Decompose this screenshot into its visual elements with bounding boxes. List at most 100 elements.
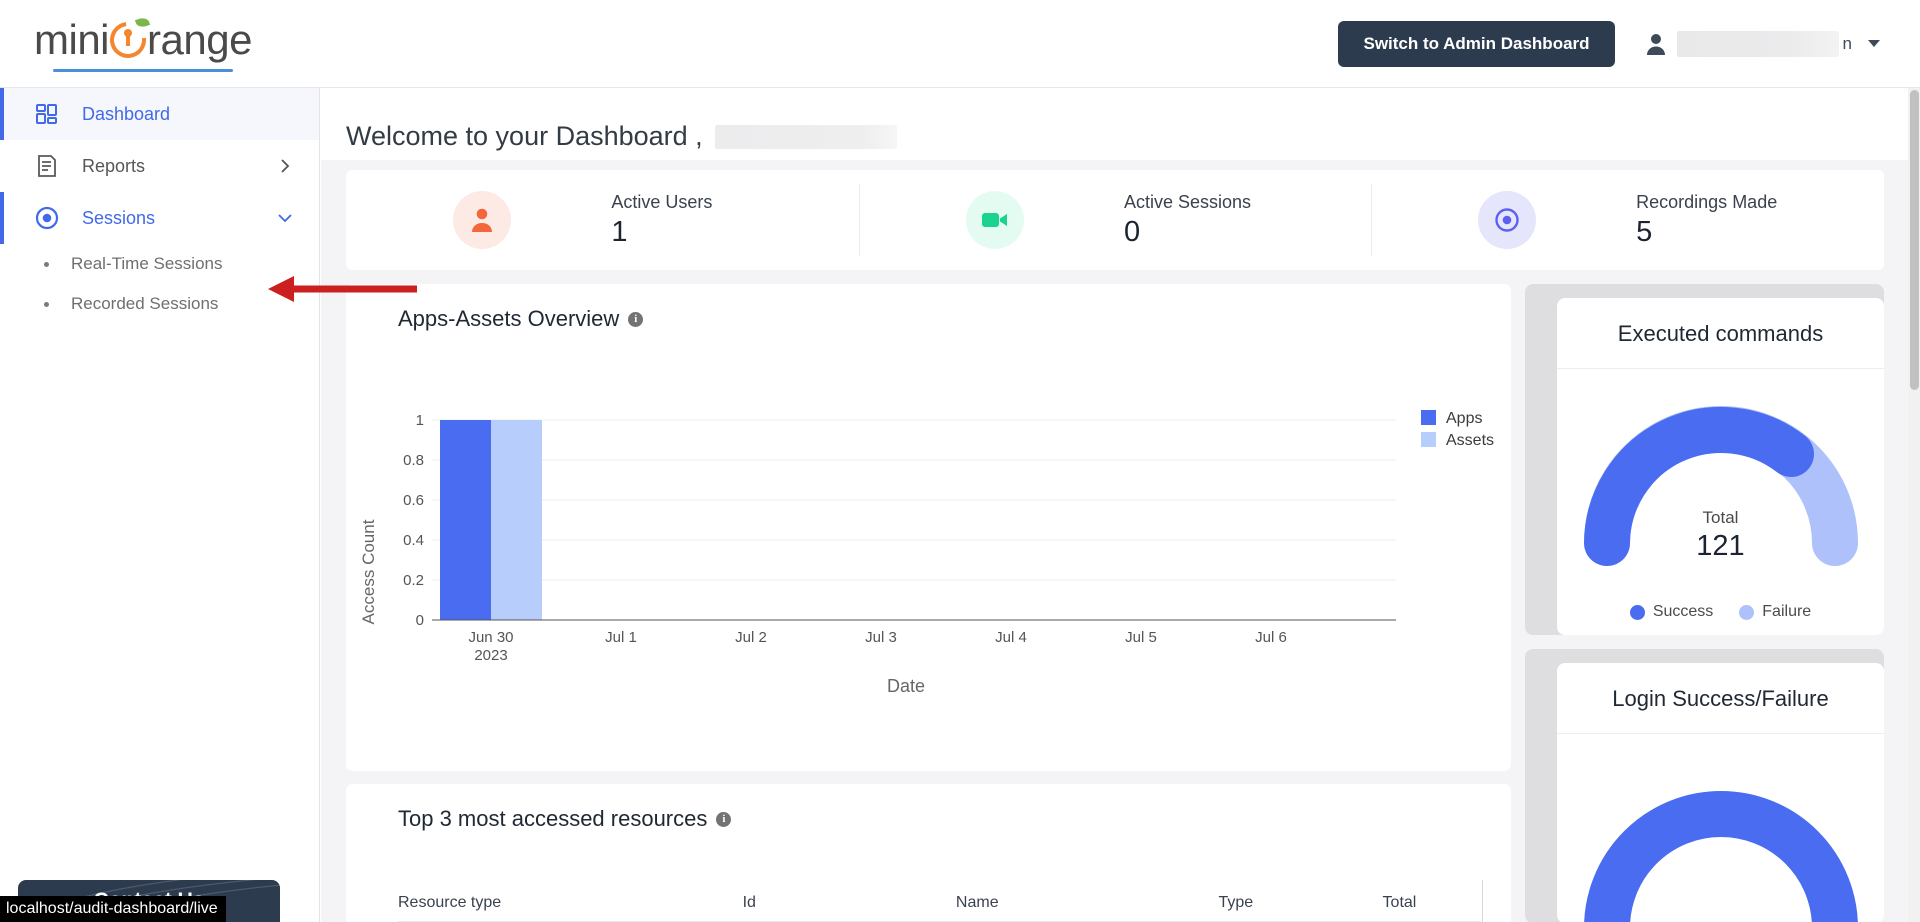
- brand-name-part2: range: [147, 15, 252, 63]
- bullet-icon: [44, 261, 49, 267]
- sidebar-item-dashboard[interactable]: Dashboard: [0, 88, 319, 140]
- dashboard-page: mini range Switch to Admin Dashboard n D…: [0, 0, 1920, 922]
- x-axis-ticks: Jun 30 2023 Jul 1 Jul 2 Jul 3 Jul 4 Jul …: [468, 629, 1286, 664]
- executed-commands-panel-wrapper: Executed commands Total 121 Success Fail…: [1525, 284, 1884, 635]
- miniorange-lock-logo-icon: [102, 14, 154, 65]
- person-icon: [1645, 32, 1667, 56]
- sidebar-item-label: Dashboard: [82, 103, 171, 124]
- login-success-failure-panel: Login Success/Failure: [1557, 663, 1884, 922]
- right-column: Executed commands Total 121 Success Fail…: [1525, 284, 1884, 922]
- gauge-legend: Success Failure: [1629, 603, 1811, 621]
- column-header-type: Type: [1218, 894, 1254, 911]
- top-resources-title: Top 3 most accessed resources: [398, 806, 708, 831]
- stat-value: 1: [611, 215, 628, 248]
- stat-label: Recordings Made: [1636, 191, 1778, 212]
- login-gauge: [1557, 734, 1884, 922]
- bar-chart-svg: Access Count 1 0.8 0.6 0.4 0.2 0 Jun 30 …: [359, 410, 1494, 696]
- info-icon[interactable]: i: [716, 811, 732, 827]
- x-axis-title: Date: [887, 676, 925, 696]
- svg-text:0.4: 0.4: [403, 532, 424, 549]
- bar-assets-jun30: [491, 420, 542, 620]
- brand-underline: [52, 68, 233, 72]
- legend-item-success[interactable]: Success: [1629, 603, 1714, 621]
- user-menu[interactable]: n: [1645, 30, 1880, 57]
- y-axis-ticks: 1 0.8 0.6 0.4 0.2 0: [403, 412, 424, 629]
- status-url: localhost/audit-dashboard/live: [6, 900, 218, 917]
- legend-label-apps: Apps: [1446, 410, 1482, 427]
- resources-table-header: Resource type Id Name Type Total: [398, 894, 1481, 922]
- stat-icon-background: [966, 191, 1024, 249]
- svg-text:1: 1: [416, 412, 424, 429]
- record-circle-icon: [34, 205, 60, 231]
- chart-gridlines: [432, 419, 1396, 581]
- chevron-down-icon[interactable]: [1868, 40, 1880, 47]
- column-header-resource-type: Resource type: [398, 894, 502, 911]
- svg-text:0.2: 0.2: [403, 572, 424, 589]
- sidebar-item-label: Reports: [82, 155, 146, 176]
- sidebar-item-sessions[interactable]: Sessions: [0, 192, 319, 244]
- chart-legend: Apps Assets: [1421, 410, 1494, 449]
- page-scrollbar-thumb[interactable]: [1910, 90, 1919, 390]
- page-scrollbar-track[interactable]: [1908, 88, 1920, 922]
- top-bar-right: Switch to Admin Dashboard n: [1338, 20, 1880, 67]
- svg-text:Jun 30: Jun 30: [468, 629, 513, 646]
- svg-text:Jul 2: Jul 2: [735, 629, 767, 646]
- svg-text:Jul 1: Jul 1: [605, 629, 637, 646]
- document-report-icon: [34, 153, 60, 179]
- person-icon: [472, 208, 493, 232]
- svg-text:Jul 6: Jul 6: [1255, 629, 1287, 646]
- info-icon[interactable]: i: [628, 311, 644, 327]
- bullet-icon: [44, 301, 49, 307]
- grid-dashboard-icon: [34, 101, 60, 127]
- user-name-redacted: [1676, 30, 1839, 57]
- svg-text:Jul 5: Jul 5: [1125, 629, 1157, 646]
- stat-card-active-sessions: Active Sessions 0: [858, 170, 1372, 270]
- top-bar: mini range Switch to Admin Dashboard n: [0, 0, 1920, 88]
- main-content: Welcome to your Dashboard , Active Users…: [321, 88, 1912, 922]
- column-header-total: Total: [1382, 894, 1417, 911]
- svg-text:0: 0: [416, 612, 424, 629]
- stat-card-active-users: Active Users 1: [346, 170, 859, 270]
- switch-to-admin-dashboard-button[interactable]: Switch to Admin Dashboard: [1338, 20, 1615, 67]
- svg-text:2023: 2023: [474, 647, 507, 664]
- executed-commands-panel: Executed commands Total 121 Success Fail…: [1557, 298, 1884, 635]
- legend-swatch-apps: [1421, 410, 1436, 425]
- legend-swatch-failure: [1739, 604, 1755, 620]
- svg-text:Jul 4: Jul 4: [995, 629, 1027, 646]
- sidebar-subitem-label: Recorded Sessions: [71, 294, 219, 313]
- svg-text:0.6: 0.6: [403, 492, 424, 509]
- left-column: Apps-Assets Overview i Access Count 1 0.…: [346, 284, 1511, 922]
- stat-card-recordings-made: Recordings Made 5: [1371, 170, 1884, 270]
- table-vertical-divider: [1482, 880, 1483, 922]
- user-name-redacted: [714, 124, 897, 149]
- sidebar-item-reports[interactable]: Reports: [0, 140, 319, 192]
- chevron-down-icon[interactable]: [277, 210, 293, 226]
- chevron-right-icon[interactable]: [277, 158, 293, 174]
- legend-label-success: Success: [1652, 603, 1714, 620]
- video-camera-icon: [982, 213, 1007, 227]
- top-resources-card: Top 3 most accessed resources i Resource…: [346, 784, 1511, 922]
- stat-value: 5: [1636, 215, 1653, 248]
- gauge-center-label: Total: [1702, 508, 1739, 527]
- content-grid: Apps-Assets Overview i Access Count 1 0.…: [321, 270, 1912, 922]
- apps-assets-overview-card: Apps-Assets Overview i Access Count 1 0.…: [346, 284, 1511, 771]
- card-title: Top 3 most accessed resources i: [346, 784, 1511, 832]
- y-axis-title: Access Count: [359, 519, 378, 624]
- panel-title: Login Success/Failure: [1557, 663, 1884, 734]
- sidebar-item-recorded-sessions[interactable]: Recorded Sessions: [44, 284, 319, 324]
- brand-logo[interactable]: mini range: [34, 14, 252, 72]
- sidebar-item-real-time-sessions[interactable]: Real-Time Sessions: [44, 244, 319, 284]
- record-circle-icon: [1495, 208, 1519, 232]
- column-header-id: Id: [742, 894, 756, 911]
- legend-swatch-assets: [1421, 432, 1436, 447]
- card-title: Apps-Assets Overview i: [346, 284, 1511, 332]
- login-gauge-svg: [1583, 791, 1858, 922]
- browser-status-bar: localhost/audit-dashboard/live: [0, 896, 226, 922]
- sidebar: Dashboard Reports Sessions Real-Time Ses…: [0, 88, 320, 922]
- welcome-text: Welcome to your Dashboard ,: [346, 121, 703, 151]
- legend-item-failure[interactable]: Failure: [1739, 603, 1811, 621]
- page-title: Welcome to your Dashboard ,: [321, 88, 1912, 160]
- login-gauge-arc-success: [1583, 791, 1858, 922]
- gauge-center-value: 121: [1696, 530, 1745, 562]
- gauge-arc-success: [1583, 407, 1814, 566]
